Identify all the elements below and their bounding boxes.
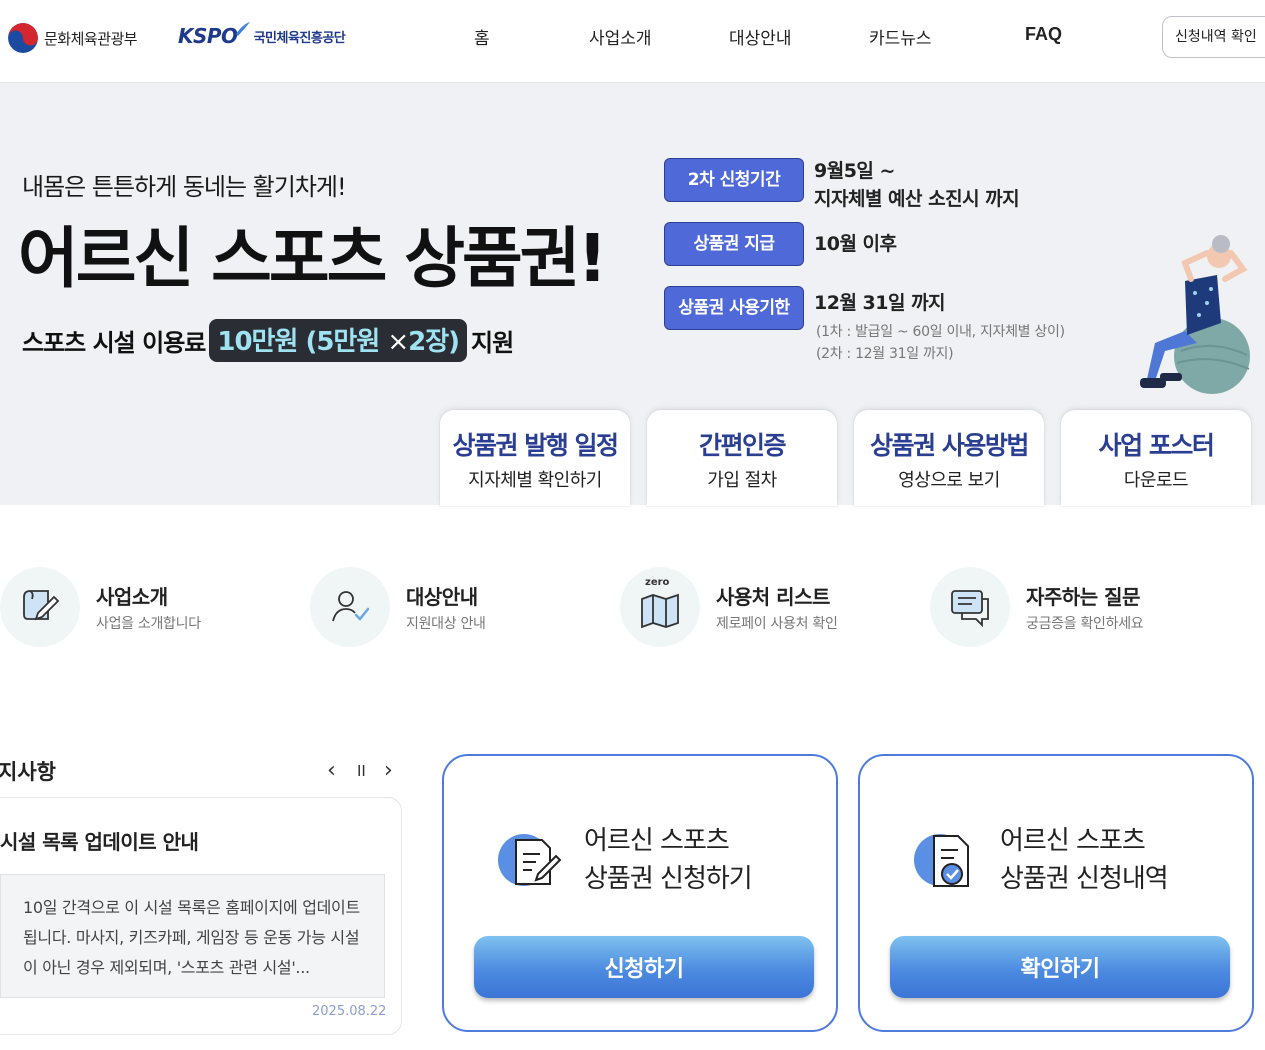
kspo-wordmark: KSPO — [178, 24, 238, 48]
notice-item-title[interactable]: 시설 목록 업데이트 안내 — [0, 826, 199, 855]
support-prefix: 스포츠 시설 이용료 — [22, 328, 206, 357]
chat-icon — [951, 590, 989, 628]
schedule-expiry-info: 12월 31일 까지 — [814, 292, 946, 314]
confirm-button[interactable]: 확인하기 — [890, 936, 1230, 998]
shortcut-circle — [310, 567, 390, 647]
notice-section-title: 지사항 — [0, 760, 56, 784]
apply-card-line-2: 상품권 신청하기 — [584, 864, 753, 894]
shortcut-circle — [930, 567, 1010, 647]
expiry-note-1: (1차 : 발급일 ~ 60일 이내, 지자체별 상이) — [816, 324, 1065, 340]
notice-item-date: 2025.08.22 — [312, 1004, 387, 1019]
shortcut-merchant-list-title: 사용처 리스트 — [716, 585, 830, 609]
shortcut-merchant-list-desc: 제로페이 사용처 확인 — [716, 616, 838, 632]
tab-issue-schedule-sub: 지자체별 확인하기 — [468, 470, 602, 491]
notice-next-button[interactable]: › — [384, 758, 393, 783]
tab-easy-auth-sub: 가입 절차 — [707, 470, 777, 491]
shortcut-target-guide[interactable]: 대상안내 지원대상 안내 — [310, 567, 570, 647]
tab-poster-sub: 다운로드 — [1123, 470, 1189, 491]
tab-poster-title: 사업 포스터 — [1098, 431, 1215, 460]
shortcut-business-intro-desc: 사업을 소개합니다 — [96, 616, 201, 632]
ministry-logo[interactable]: 문화체육관광부 — [8, 22, 138, 54]
tag-voucher-issue: 상품권 지급 — [664, 222, 804, 266]
support-detail: (5만원 — [305, 326, 380, 357]
history-card-line-1: 어르신 스포츠 — [1000, 826, 1146, 856]
history-card-line-2: 상품권 신청내역 — [1000, 864, 1169, 894]
shortcut-target-guide-desc: 지원대상 안내 — [406, 616, 486, 632]
support-amount-line: 스포츠 시설 이용료 10만원 (5만원 ×2장) 지원 — [22, 317, 514, 363]
user-check-icon — [332, 591, 370, 622]
tab-usage-method-sub: 영상으로 보기 — [898, 470, 1000, 491]
shortcut-faq[interactable]: 자주하는 질문 궁금증을 확인하세요 — [930, 567, 1190, 647]
apply-document-icon — [498, 834, 562, 886]
shortcut-business-intro[interactable]: 사업소개 사업을 소개합니다 — [0, 567, 260, 647]
hero-banner: 내몸은 튼튼하게 동네는 활기차게! 어르신 스포츠 상품권! 스포츠 시설 이… — [0, 83, 1265, 506]
support-suffix: 지원 — [471, 328, 514, 357]
apply-button[interactable]: 신청하기 — [474, 936, 814, 998]
nav-home[interactable]: 홈 — [474, 24, 490, 52]
taeguk-emblem-icon — [8, 23, 38, 53]
shortcut-merchant-list[interactable]: zero 사용처 리스트 제로페이 사용처 확인 — [620, 567, 880, 647]
support-amount-highlight: 10만원 (5만원 ×2장) — [209, 318, 468, 362]
tab-easy-auth[interactable]: 간편인증 가입 절차 — [647, 410, 837, 506]
kspo-logo[interactable]: KSPO 국민체육진흥공단 — [178, 20, 346, 52]
site-header: 문화체육관광부 KSPO 국민체육진흥공단 홈 사업소개 대상안내 카드뉴스 F… — [0, 0, 1265, 83]
senior-exercise-illustration — [1125, 231, 1265, 401]
schedule-period-info: 9월5일 ~ 지자체별 예산 소진시 까지 — [814, 157, 1020, 213]
nav-business-intro[interactable]: 사업소개 — [589, 24, 652, 52]
history-card: 어르신 스포츠 상품권 신청내역 확인하기 — [858, 754, 1254, 1032]
apply-card-line-1: 어르신 스포츠 — [584, 826, 730, 856]
document-pen-icon — [23, 590, 60, 621]
shortcut-target-guide-title: 대상안내 — [406, 585, 478, 609]
schedule-expiry-notes: (1차 : 발급일 ~ 60일 이내, 지자체별 상이) (2차 : 12월 3… — [816, 321, 1065, 365]
shortcut-faq-title: 자주하는 질문 — [1026, 585, 1140, 609]
nav-target-guide[interactable]: 대상안내 — [729, 24, 792, 52]
nav-faq[interactable]: FAQ — [1025, 24, 1062, 52]
check-application-button[interactable]: 신청내역 확인 — [1162, 16, 1265, 58]
page: 문화체육관광부 KSPO 국민체육진흥공단 홈 사업소개 대상안내 카드뉴스 F… — [0, 0, 1265, 1050]
kspo-name: 국민체육진흥공단 — [253, 30, 346, 46]
tab-easy-auth-title: 간편인증 — [698, 431, 787, 460]
zero-map-icon — [641, 593, 679, 629]
ministry-name: 문화체육관광부 — [44, 29, 138, 48]
kspo-swoosh-icon — [235, 21, 250, 46]
schedule-period-line-2: 지자체별 예산 소진시 까지 — [814, 188, 1020, 210]
shortcut-circle: zero — [620, 567, 700, 647]
shortcut-faq-desc: 궁금증을 확인하세요 — [1026, 616, 1144, 632]
hero-headline: 어르신 스포츠 상품권! — [18, 220, 608, 297]
notice-prev-button[interactable]: ‹ — [327, 758, 336, 783]
tab-issue-schedule[interactable]: 상품권 발행 일정 지자체별 확인하기 — [440, 410, 630, 506]
notice-pause-button[interactable]: II — [357, 762, 366, 780]
tab-poster[interactable]: 사업 포스터 다운로드 — [1061, 410, 1251, 506]
support-amount: 10만원 — [217, 326, 298, 357]
tag-voucher-expiry: 상품권 사용기한 — [664, 286, 804, 330]
nav-card-news[interactable]: 카드뉴스 — [869, 24, 932, 52]
schedule-issue-info: 10월 이후 — [814, 233, 897, 255]
support-multiply: × — [387, 326, 409, 357]
shortcut-circle — [0, 567, 80, 647]
zero-badge: zero — [645, 577, 670, 588]
hero-tagline: 내몸은 튼튼하게 동네는 활기차게! — [22, 173, 347, 201]
tab-usage-method-title: 상품권 사용방법 — [870, 431, 1029, 460]
tag-second-application-period: 2차 신청기간 — [664, 158, 804, 202]
shortcut-business-intro-title: 사업소개 — [96, 585, 168, 609]
tab-issue-schedule-title: 상품권 발행 일정 — [452, 431, 619, 460]
check-document-icon — [914, 834, 969, 887]
schedule-period-line-1: 9월5일 ~ — [814, 160, 895, 182]
apply-card: 어르신 스포츠 상품권 신청하기 신청하기 — [442, 754, 838, 1032]
support-count: 2장) — [408, 326, 460, 357]
tab-usage-method[interactable]: 상품권 사용방법 영상으로 보기 — [854, 410, 1044, 506]
expiry-note-2: (2차 : 12월 31일 까지) — [816, 346, 954, 362]
notice-item-body: 10일 간격으로 이 시설 목록은 홈페이지에 업데이트 됩니다. 마사지, 키… — [0, 874, 385, 998]
